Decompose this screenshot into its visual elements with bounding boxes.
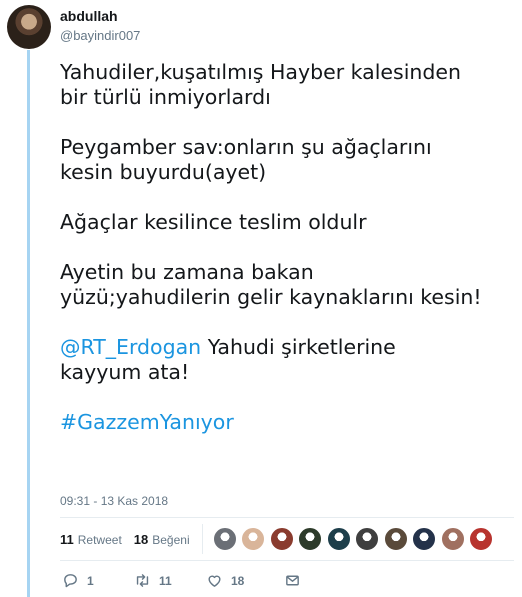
display-name[interactable]: abdullah (60, 8, 118, 24)
tweet-paragraph: Ayetin bu zamana bakan yüzü;yahudilerin … (60, 260, 515, 310)
liker-avatar[interactable] (269, 527, 294, 551)
liker-avatar[interactable] (440, 527, 465, 551)
avatar[interactable] (7, 5, 51, 49)
thread-line (27, 50, 30, 597)
liker-avatar[interactable] (298, 527, 323, 551)
divider (60, 560, 514, 561)
stats-separator (201, 524, 203, 554)
mention-link[interactable]: @RT_Erdogan (60, 335, 201, 359)
liker-avatar[interactable] (241, 527, 266, 551)
retweet-button[interactable]: 11 (134, 572, 206, 589)
heart-icon (208, 575, 221, 587)
like-count: 18 (133, 531, 149, 547)
liker-avatars (212, 527, 498, 551)
retweet-icon (136, 574, 149, 587)
envelope-icon (286, 575, 299, 586)
tweet-line: Yahudi şirketlerine (201, 335, 396, 359)
tweet-paragraph: @RT_Erdogan Yahudi şirketlerine kayyum a… (60, 335, 515, 385)
direct-message-button[interactable] (284, 572, 309, 589)
reply-count: 1 (87, 573, 94, 588)
retweet-stat[interactable]: 11 Retweet (60, 532, 122, 547)
tweet-line: Yahudiler,kuşatılmış Hayber kalesinden (60, 60, 462, 84)
hashtag-link[interactable]: #GazzemYanıyor (60, 410, 234, 434)
tweet-line: yüzü;yahudilerin gelir kaynaklarını kesi… (60, 285, 482, 309)
liker-avatar[interactable] (326, 527, 351, 551)
reply-icon (64, 574, 77, 588)
like-button[interactable]: 18 (206, 572, 284, 589)
retweet-count: 11 (60, 531, 74, 547)
tweet-paragraph: Yahudiler,kuşatılmış Hayber kalesinden b… (60, 60, 515, 110)
divider (60, 517, 514, 518)
tweet-text: Yahudiler,kuşatılmış Hayber kalesinden b… (60, 60, 515, 435)
reply-button[interactable]: 1 (62, 572, 134, 589)
user-handle[interactable]: @bayindir007 (60, 28, 140, 43)
retweet-label: Retweet (77, 532, 122, 547)
liker-avatar[interactable] (412, 527, 437, 551)
stats-bar: 11 Retweet 18 Beğeni (60, 521, 514, 557)
action-bar: 1 11 18 (62, 572, 309, 589)
tweet-line: bir türlü inmiyorlardı (60, 85, 271, 109)
tweet-line: Ayetin bu zamana bakan (60, 260, 314, 284)
tweet-line: kayyum ata! (60, 360, 190, 384)
tweet-paragraph: Peygamber sav:onların şu ağaçlarını kesi… (60, 135, 515, 185)
retweet-action-count: 11 (159, 573, 172, 588)
liker-avatar[interactable] (383, 527, 408, 551)
tweet-line: kesin buyurdu(ayet) (60, 160, 267, 184)
liker-avatar[interactable] (355, 527, 380, 551)
like-stat[interactable]: 18 Beğeni (134, 532, 190, 547)
tweet-timestamp[interactable]: 09:31 - 13 Kas 2018 (60, 494, 168, 508)
tweet-line: Ağaçlar kesilince teslim oldulr (60, 210, 367, 234)
like-label: Beğeni (152, 532, 190, 547)
tweet-paragraph: Ağaçlar kesilince teslim oldulr (60, 210, 515, 235)
tweet-paragraph: #GazzemYanıyor (60, 410, 515, 435)
liker-avatar[interactable] (212, 527, 237, 551)
tweet-line: Peygamber sav:onların şu ağaçlarını (60, 135, 432, 159)
like-action-count: 18 (231, 573, 245, 588)
liker-avatar[interactable] (469, 527, 494, 551)
